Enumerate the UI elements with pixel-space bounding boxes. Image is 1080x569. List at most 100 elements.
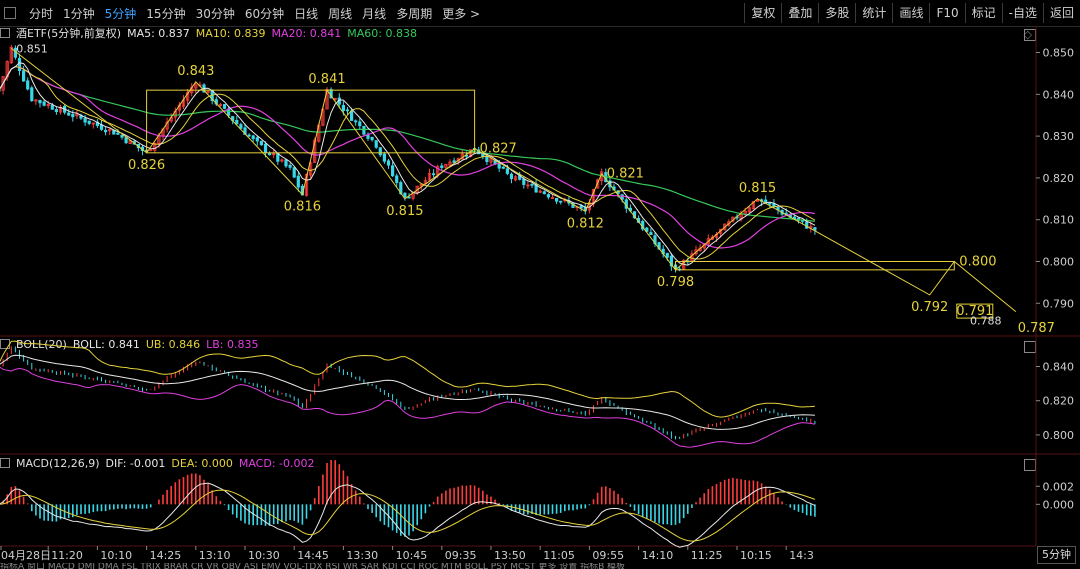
candle-body bbox=[54, 109, 59, 112]
y-tick-label: 0.850 bbox=[1043, 47, 1075, 60]
boll-mid-line bbox=[0, 354, 815, 430]
x-tick-label: 10:30 bbox=[248, 549, 280, 562]
peak-label: 0.816 bbox=[284, 200, 321, 215]
boll-upper-line bbox=[0, 340, 815, 418]
candle-body bbox=[120, 135, 124, 138]
peak-label: 0.792 bbox=[911, 300, 948, 315]
candle-body bbox=[542, 191, 546, 195]
peak-label: 0.843 bbox=[177, 64, 214, 79]
candle-body bbox=[83, 118, 87, 123]
boll-lower-line bbox=[0, 366, 816, 448]
x-tick-label: 13:30 bbox=[346, 549, 378, 562]
candle-body bbox=[239, 124, 243, 129]
x-tick-label: 04月28日 bbox=[1, 549, 51, 562]
x-tick-label: 11:25 bbox=[691, 549, 723, 562]
candle-body bbox=[362, 125, 366, 135]
candle-body bbox=[407, 196, 411, 199]
candle-body bbox=[522, 178, 526, 185]
candle-body bbox=[67, 112, 71, 116]
candle-body bbox=[30, 87, 34, 102]
y-tick-label: 0.840 bbox=[1043, 361, 1075, 374]
candle-body bbox=[38, 99, 42, 104]
overlay-zigzag bbox=[10, 48, 1017, 312]
candle-body bbox=[649, 232, 653, 236]
candle-body bbox=[386, 160, 391, 166]
y-tick-label: 0.820 bbox=[1043, 172, 1075, 185]
candle-body bbox=[452, 160, 456, 163]
x-tick-label: 13:50 bbox=[494, 549, 526, 562]
x-tick-label: 14:3 bbox=[789, 549, 814, 562]
dif-line bbox=[0, 482, 816, 548]
candle-body bbox=[559, 200, 563, 203]
x-tick-label: 09:35 bbox=[445, 549, 477, 562]
candle-body bbox=[440, 165, 444, 168]
boll-candles bbox=[2, 346, 816, 440]
candle-body bbox=[341, 105, 346, 111]
candle-body bbox=[530, 183, 534, 186]
candle-body bbox=[222, 104, 227, 109]
candle-body bbox=[349, 110, 354, 121]
peak-label: 0.788 bbox=[970, 315, 1002, 328]
candle-body bbox=[71, 114, 75, 118]
candle-body bbox=[87, 120, 91, 124]
peak-label: 0.851 bbox=[16, 42, 48, 55]
overlay-box bbox=[146, 89, 476, 154]
chart-canvas[interactable]: 0.851 0.843 0.826 0.841 0.816 0.815 0.827 0.812… bbox=[0, 0, 1080, 569]
x-tick-label: 10:10 bbox=[100, 549, 132, 562]
candle-body bbox=[345, 109, 350, 112]
peak-label: 0.812 bbox=[567, 216, 604, 231]
peak-label: 0.787 bbox=[1018, 321, 1055, 336]
y-tick-label: 0.830 bbox=[1043, 130, 1075, 143]
ma10-line bbox=[0, 66, 816, 260]
candle-body bbox=[42, 101, 46, 106]
x-tick-label: 14:10 bbox=[642, 549, 674, 562]
candle-body bbox=[509, 173, 514, 180]
candle-body bbox=[485, 156, 489, 162]
candle-body bbox=[370, 136, 374, 141]
candle-body bbox=[116, 132, 120, 135]
candle-body bbox=[235, 120, 239, 125]
ma5-line bbox=[0, 62, 816, 266]
candle-body bbox=[263, 143, 268, 153]
candle-body bbox=[112, 129, 116, 135]
candle-body bbox=[546, 194, 551, 198]
candle-body bbox=[292, 167, 296, 178]
x-tick-label: 10:15 bbox=[740, 549, 772, 562]
x-tick-label: 11:20 bbox=[51, 549, 83, 562]
y-tick-label: 0.002 bbox=[1043, 480, 1075, 493]
candle-body bbox=[50, 104, 54, 110]
candle-body bbox=[26, 80, 30, 90]
candle-body bbox=[378, 147, 382, 156]
candle-body bbox=[768, 202, 772, 205]
y-tick-label: 0.840 bbox=[1043, 88, 1075, 101]
candle-body bbox=[354, 120, 358, 123]
candle-body bbox=[255, 137, 259, 142]
peak-label: 0.821 bbox=[607, 167, 644, 182]
candle-body bbox=[665, 252, 669, 258]
dea-line bbox=[0, 489, 816, 542]
candle-body bbox=[259, 140, 264, 146]
y-tick-label: 0.000 bbox=[1043, 498, 1075, 511]
peak-label: 0.827 bbox=[480, 142, 517, 157]
x-tick-label: 14:25 bbox=[150, 549, 182, 562]
candle-body bbox=[296, 175, 300, 188]
peak-label: 0.798 bbox=[657, 275, 694, 290]
candle-body bbox=[505, 168, 510, 174]
x-tick-label: 14:45 bbox=[297, 549, 329, 562]
candle-body bbox=[104, 129, 108, 133]
candle-body bbox=[17, 57, 22, 71]
y-tick-label: 0.810 bbox=[1043, 214, 1075, 227]
timeframe-indicator[interactable]: 5分钟 bbox=[1037, 546, 1076, 564]
candle-body bbox=[124, 137, 128, 144]
peak-label: 0.826 bbox=[128, 158, 165, 173]
main-candles bbox=[0, 44, 817, 273]
peak-label: 0.815 bbox=[386, 204, 423, 219]
x-tick-label: 10:45 bbox=[396, 549, 428, 562]
indicator-tabs-strip[interactable]: 指标A 窗口 MACD DMI DMA FSL TRIX BRAR CR VR … bbox=[0, 563, 1036, 569]
candle-body bbox=[395, 175, 399, 183]
candle-body bbox=[374, 140, 378, 148]
x-tick-label: 13:10 bbox=[199, 549, 231, 562]
candle-body bbox=[431, 173, 436, 176]
y-tick-label: 0.800 bbox=[1043, 429, 1075, 442]
candle-body bbox=[247, 134, 251, 137]
